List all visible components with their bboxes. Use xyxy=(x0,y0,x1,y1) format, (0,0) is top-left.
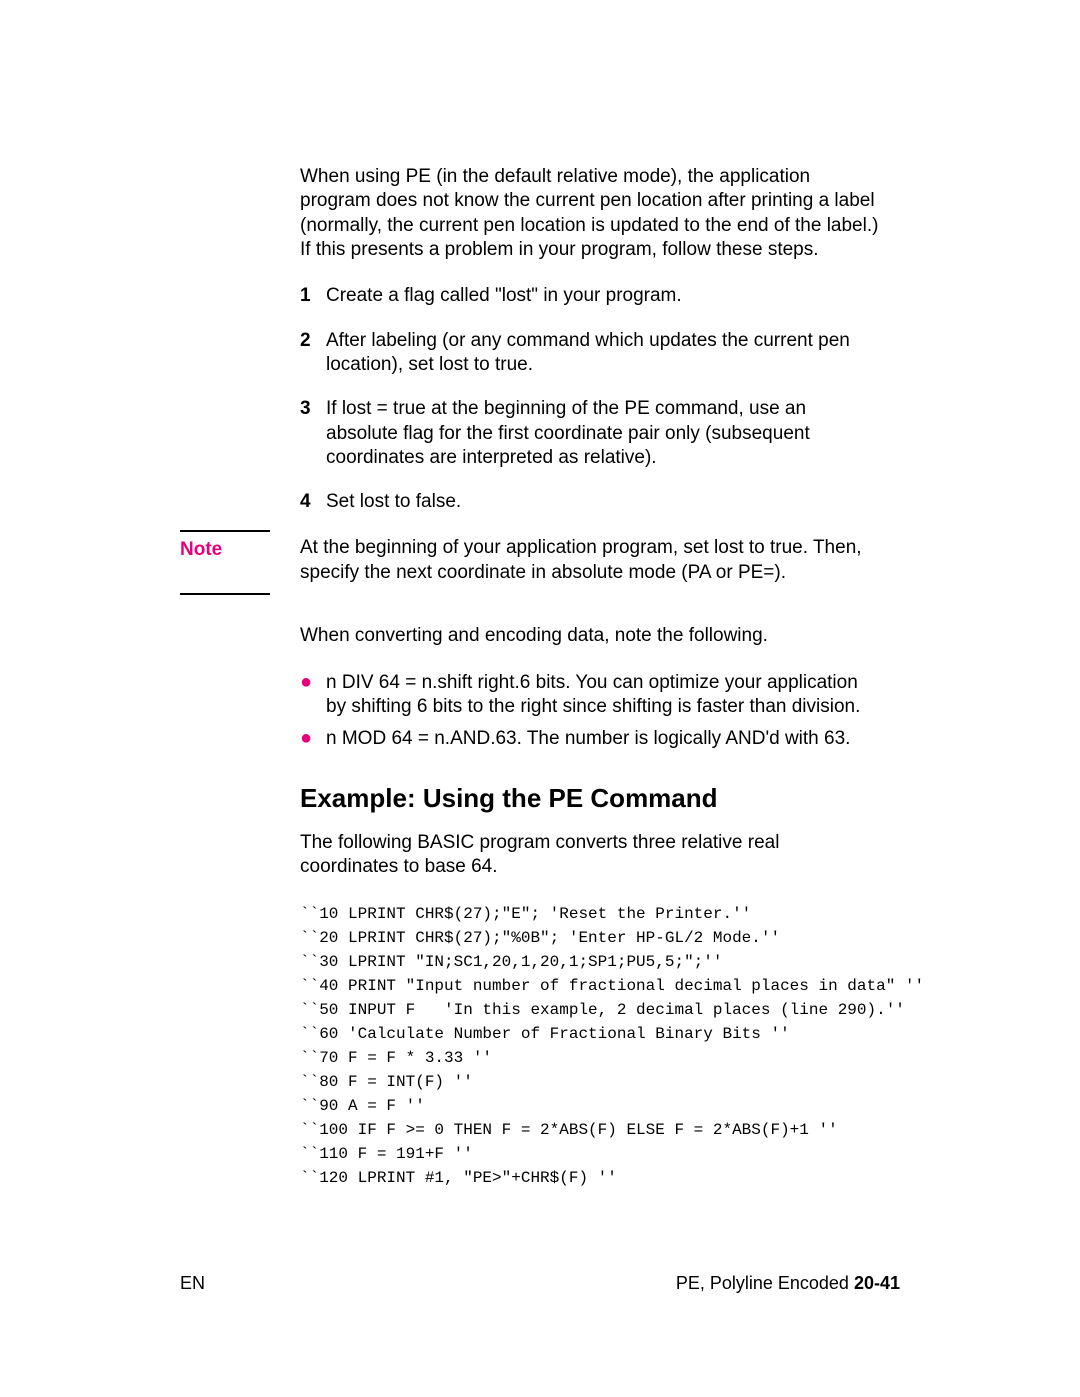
footer-section-title: PE, Polyline Encoded xyxy=(676,1273,854,1293)
footer-right: PE, Polyline Encoded 20-41 xyxy=(676,1273,900,1294)
body-column: When using PE (in the default relative m… xyxy=(300,165,880,1190)
bulleted-list: ●n DIV 64 = n.shift right.6 bits. You ca… xyxy=(300,671,880,752)
note-rule-block: Note xyxy=(180,530,270,594)
note-label: Note xyxy=(180,532,270,592)
step-item: 3If lost = true at the beginning of the … xyxy=(300,397,880,470)
footer-page-number: 20-41 xyxy=(854,1273,900,1293)
step-text: If lost = true at the beginning of the P… xyxy=(326,397,880,470)
list-item: ●n DIV 64 = n.shift right.6 bits. You ca… xyxy=(300,671,880,720)
note-row: Note At the beginning of your applicatio… xyxy=(300,536,880,596)
list-item: ●n MOD 64 = n.AND.63. The number is logi… xyxy=(300,727,880,751)
bullet-text: n DIV 64 = n.shift right.6 bits. You can… xyxy=(326,671,880,720)
step-text: Set lost to false. xyxy=(326,490,880,514)
step-item: 4Set lost to false. xyxy=(300,490,880,514)
footer-left: EN xyxy=(180,1273,205,1294)
step-number: 1 xyxy=(300,284,326,308)
numbered-steps: 1Create a flag called "lost" in your pro… xyxy=(300,284,880,514)
step-number: 2 xyxy=(300,329,326,378)
code-block: ``10 LPRINT CHR$(27);"E"; 'Reset the Pri… xyxy=(300,902,880,1190)
step-item: 1Create a flag called "lost" in your pro… xyxy=(300,284,880,308)
converting-intro: When converting and encoding data, note … xyxy=(300,624,880,648)
example-intro: The following BASIC program converts thr… xyxy=(300,831,880,880)
bullet-icon: ● xyxy=(300,727,326,751)
page-footer: EN PE, Polyline Encoded 20-41 xyxy=(180,1273,900,1294)
intro-paragraph: When using PE (in the default relative m… xyxy=(300,165,880,262)
note-text: At the beginning of your application pro… xyxy=(300,536,880,585)
step-text: After labeling (or any command which upd… xyxy=(326,329,880,378)
bullet-icon: ● xyxy=(300,671,326,720)
step-text: Create a flag called "lost" in your prog… xyxy=(326,284,880,308)
step-number: 3 xyxy=(300,397,326,470)
note-sidebar: Note xyxy=(180,530,270,594)
bullet-text: n MOD 64 = n.AND.63. The number is logic… xyxy=(326,727,880,751)
example-heading: Example: Using the PE Command xyxy=(300,782,880,815)
page-content: When using PE (in the default relative m… xyxy=(180,165,900,1190)
step-item: 2After labeling (or any command which up… xyxy=(300,329,880,378)
step-number: 4 xyxy=(300,490,326,514)
